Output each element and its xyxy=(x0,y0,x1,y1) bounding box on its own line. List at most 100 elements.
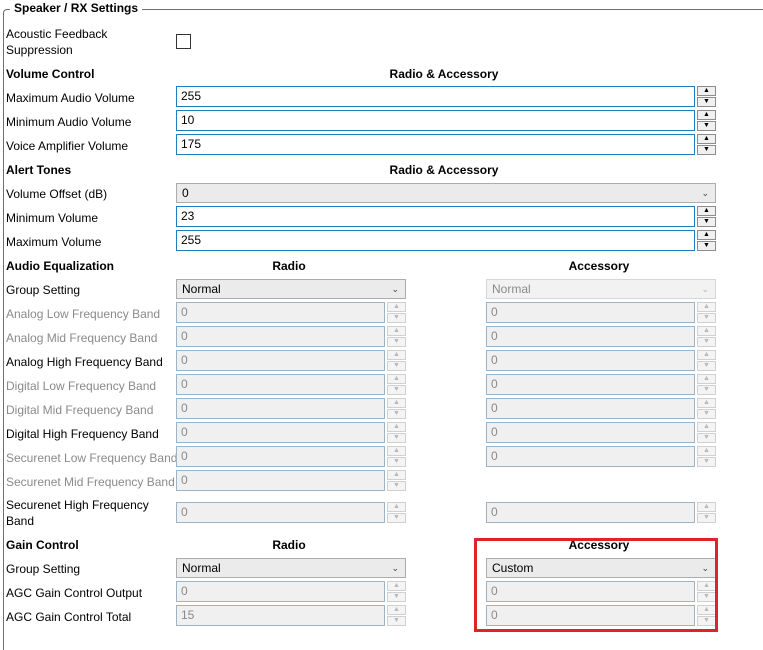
alert-min-volume-spinner[interactable]: 23 ▲ ▼ xyxy=(176,206,716,227)
eq-row-label: Analog Mid Frequency Band xyxy=(6,331,158,345)
eq-radio-input: 0 xyxy=(176,446,385,467)
spin-up-icon: ▲ xyxy=(387,350,406,360)
max-audio-volume-input[interactable]: 255 xyxy=(176,86,695,107)
eq-accessory-input: 0 xyxy=(486,446,695,467)
gain-control-heading: Gain Control xyxy=(6,538,79,552)
min-audio-volume-spinner[interactable]: 10 ▲ ▼ xyxy=(176,110,716,131)
eq-group-accessory-value: Normal xyxy=(492,282,531,296)
eq-accessory-spinner: 0 ▲ ▼ xyxy=(486,502,716,523)
spin-down-icon[interactable]: ▼ xyxy=(697,145,716,155)
afs-checkbox[interactable] xyxy=(176,34,191,49)
spin-down-icon: ▼ xyxy=(697,513,716,523)
section-title: Speaker / RX Settings xyxy=(10,1,143,15)
min-audio-volume-input[interactable]: 10 xyxy=(176,110,695,131)
spin-down-icon[interactable]: ▼ xyxy=(697,121,716,131)
eq-accessory-spinner: 0 ▲ ▼ xyxy=(486,302,716,323)
eq-radio-input: 0 xyxy=(176,350,385,371)
gain-group-radio-value: Normal xyxy=(182,561,221,575)
agc-output-label: AGC Gain Control Output xyxy=(6,586,143,600)
alert-max-volume-label: Maximum Volume xyxy=(6,235,102,249)
alert-max-volume-spinner[interactable]: 255 ▲ ▼ xyxy=(176,230,716,251)
spin-down-icon: ▼ xyxy=(387,616,406,626)
spin-up-icon[interactable]: ▲ xyxy=(697,110,716,120)
chevron-down-icon: ⌄ xyxy=(391,284,399,294)
eq-accessory-spinner: 0 ▲ ▼ xyxy=(486,326,716,347)
spin-up-icon: ▲ xyxy=(387,581,406,591)
alert-tones-column: Radio & Accessory xyxy=(389,163,499,177)
eq-radio-spinner: 0 ▲ ▼ xyxy=(176,350,406,371)
volume-control-heading: Volume Control xyxy=(6,67,95,81)
agc-total-radio-input: 15 xyxy=(176,605,385,626)
spin-up-icon: ▲ xyxy=(387,605,406,615)
spin-down-icon: ▼ xyxy=(387,313,406,323)
eq-accessory-input: 0 xyxy=(486,326,695,347)
spin-up-icon[interactable]: ▲ xyxy=(697,230,716,240)
spin-down-icon: ▼ xyxy=(387,361,406,371)
chevron-down-icon: ⌄ xyxy=(391,563,399,573)
spin-down-icon: ▼ xyxy=(697,337,716,347)
eq-accessory-input: 0 xyxy=(486,502,695,523)
spin-up-icon: ▲ xyxy=(387,422,406,432)
eq-group-radio-dropdown[interactable]: Normal ⌄ xyxy=(176,279,406,299)
eq-accessory-spinner: 0 ▲ ▼ xyxy=(486,398,716,419)
alert-min-volume-label: Minimum Volume xyxy=(6,211,99,225)
volume-offset-label: Volume Offset (dB) xyxy=(6,187,108,201)
eq-radio-spinner: 0 ▲ ▼ xyxy=(176,302,406,323)
chevron-down-icon: ⌄ xyxy=(701,188,709,198)
eq-radio-spinner: 0 ▲ ▼ xyxy=(176,326,406,347)
eq-row-label: Analog Low Frequency Band xyxy=(6,307,161,321)
max-audio-volume-spinner[interactable]: 255 ▲ ▼ xyxy=(176,86,716,107)
eq-row-label: Digital High Frequency Band xyxy=(6,427,159,441)
eq-radio-spinner: 0 ▲ ▼ xyxy=(176,446,406,467)
eq-radio-input: 0 xyxy=(176,470,385,491)
gain-group-radio-dropdown[interactable]: Normal ⌄ xyxy=(176,558,406,578)
eq-group-radio-value: Normal xyxy=(182,282,221,296)
min-audio-volume-label: Minimum Audio Volume xyxy=(6,115,132,129)
spin-up-icon[interactable]: ▲ xyxy=(697,86,716,96)
spin-down-icon: ▼ xyxy=(697,433,716,443)
eq-radio-spinner: 0 ▲ ▼ xyxy=(176,374,406,395)
voice-amp-volume-input[interactable]: 175 xyxy=(176,134,695,155)
spin-up-icon[interactable]: ▲ xyxy=(697,206,716,216)
eq-accessory-input: 0 xyxy=(486,422,695,443)
spin-down-icon[interactable]: ▼ xyxy=(697,241,716,251)
eq-accessory-spinner: 0 ▲ ▼ xyxy=(486,446,716,467)
volume-control-column: Radio & Accessory xyxy=(389,67,499,81)
spin-down-icon: ▼ xyxy=(387,409,406,419)
accessory-gain-highlight xyxy=(474,538,718,632)
alert-max-volume-input[interactable]: 255 xyxy=(176,230,695,251)
gain-group-setting-label: Group Setting xyxy=(6,562,81,576)
agc-output-radio-spinner: 0 ▲ ▼ xyxy=(176,581,406,602)
spin-down-icon: ▼ xyxy=(387,433,406,443)
spin-down-icon: ▼ xyxy=(387,592,406,602)
eq-radio-input: 0 xyxy=(176,302,385,323)
eq-accessory-input: 0 xyxy=(486,302,695,323)
spin-down-icon: ▼ xyxy=(697,385,716,395)
agc-total-radio-spinner: 15 ▲ ▼ xyxy=(176,605,406,626)
chevron-down-icon: ⌄ xyxy=(701,284,709,294)
eq-row-label: Securenet Mid Frequency Band xyxy=(6,475,175,489)
alert-min-volume-input[interactable]: 23 xyxy=(176,206,695,227)
spin-up-icon[interactable]: ▲ xyxy=(697,134,716,144)
spin-up-icon: ▲ xyxy=(697,398,716,408)
eq-accessory-spinner: 0 ▲ ▼ xyxy=(486,422,716,443)
spin-down-icon[interactable]: ▼ xyxy=(697,217,716,227)
volume-offset-value: 0 xyxy=(182,186,189,200)
eq-radio-spinner: 0 ▲ ▼ xyxy=(176,422,406,443)
spin-up-icon: ▲ xyxy=(697,422,716,432)
spin-down-icon[interactable]: ▼ xyxy=(697,97,716,107)
spin-up-icon: ▲ xyxy=(697,374,716,384)
eq-radio-spinner: 0 ▲ ▼ xyxy=(176,470,406,491)
eq-accessory-input: 0 xyxy=(486,374,695,395)
voice-amp-volume-spinner[interactable]: 175 ▲ ▼ xyxy=(176,134,716,155)
max-audio-volume-label: Maximum Audio Volume xyxy=(6,91,135,105)
eq-row-label: Analog High Frequency Band xyxy=(6,355,163,369)
eq-accessory-spinner: 0 ▲ ▼ xyxy=(486,374,716,395)
volume-offset-dropdown[interactable]: 0 ⌄ xyxy=(176,183,716,203)
spin-up-icon: ▲ xyxy=(387,302,406,312)
spin-down-icon: ▼ xyxy=(387,481,406,491)
spin-down-icon: ▼ xyxy=(387,513,406,523)
eq-group-accessory-dropdown: Normal ⌄ xyxy=(486,279,716,299)
spin-up-icon: ▲ xyxy=(697,350,716,360)
gain-radio-column: Radio xyxy=(272,538,306,552)
